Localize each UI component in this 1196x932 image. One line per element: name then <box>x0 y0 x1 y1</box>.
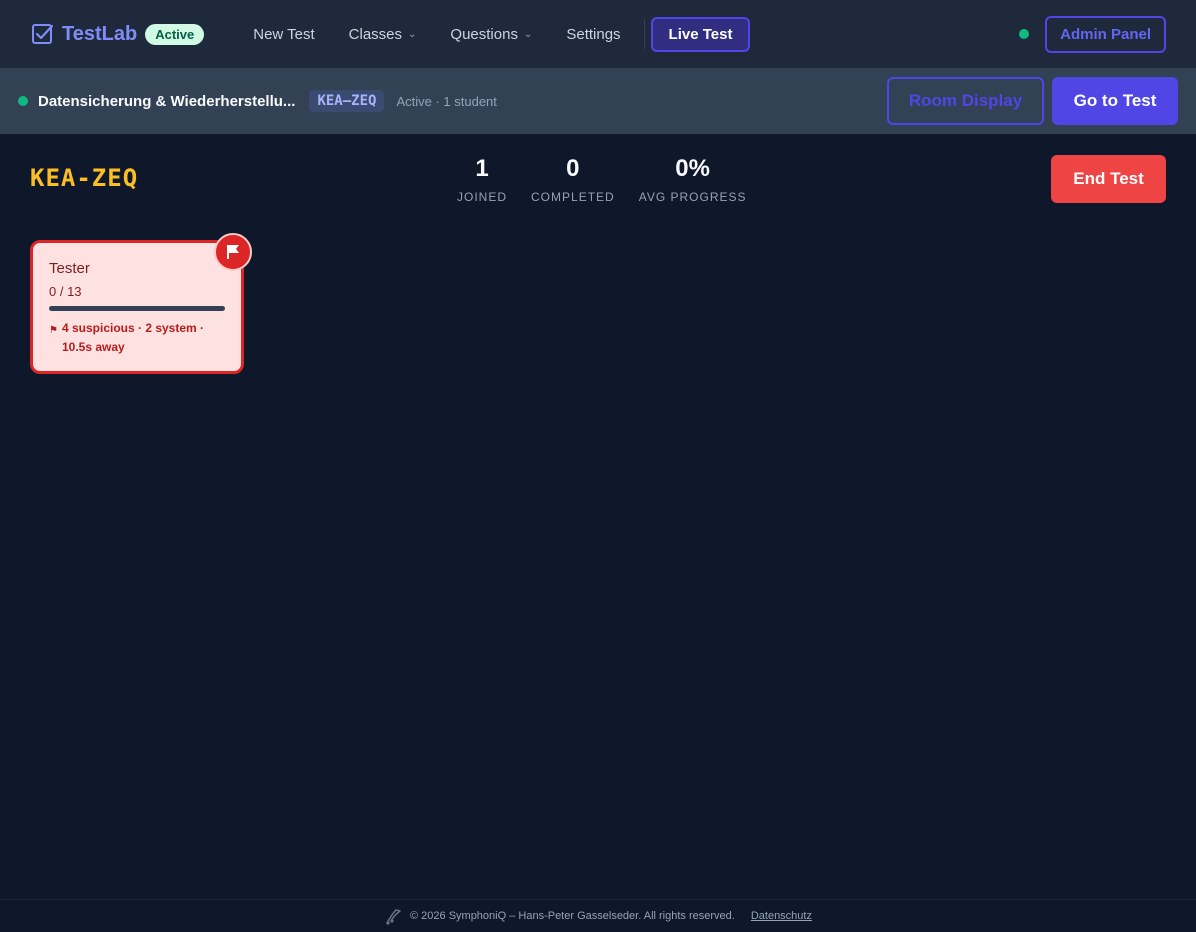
flag-icon <box>227 245 239 259</box>
session-status-dot <box>18 96 28 106</box>
stat-label: COMPLETED <box>531 190 615 204</box>
student-flags: ⚑ 4 suspicious · 2 system · 10.5s away <box>49 319 225 357</box>
student-progress-text: 0 / 13 <box>49 284 82 299</box>
brand[interactable]: TestLab <box>30 22 137 46</box>
session-actions: Room Display Go to Test <box>887 77 1178 125</box>
student-flag-text: 4 suspicious · 2 system · 10.5s away <box>61 321 205 354</box>
flagged-badge <box>214 233 252 271</box>
privacy-link[interactable]: Datenschutz <box>751 910 812 922</box>
student-progress-bar <box>49 306 225 311</box>
nav-classes[interactable]: Classes ⌄ <box>332 18 434 51</box>
chevron-down-icon: ⌄ <box>408 28 417 40</box>
status-badge: Active <box>145 23 205 45</box>
stat-value: 0 <box>566 155 580 182</box>
stat-label: AVG PROGRESS <box>638 190 747 204</box>
stat-joined: 1 JOINED <box>445 154 519 204</box>
stat-value: 1 <box>475 155 489 182</box>
session-status: Active · 1 student <box>396 93 497 109</box>
nav-settings[interactable]: Settings <box>549 18 637 51</box>
end-test-button[interactable]: End Test <box>1051 155 1166 203</box>
nav-new-test-label: New Test <box>253 25 315 43</box>
stat-completed: 0 COMPLETED <box>519 154 627 204</box>
student-name: Tester <box>49 260 90 277</box>
session-bar: Datensicherung & Wiederherstellu... KEA–… <box>0 68 1196 134</box>
nav-new-test[interactable]: New Test <box>236 18 331 51</box>
brand-name: TestLab <box>62 22 138 45</box>
chevron-down-icon: ⌄ <box>523 28 533 40</box>
room-display-button[interactable]: Room Display <box>887 77 1044 125</box>
nav-classes-label: Classes <box>348 25 403 43</box>
nav-questions[interactable]: Questions ⌄ <box>433 18 549 51</box>
footer: © 2026 SymphoniQ – Hans-Peter Gasselsede… <box>0 899 1196 932</box>
nav-links: New Test Classes ⌄ Questions ⌄ Settings … <box>236 16 751 52</box>
nav-divider <box>643 19 645 49</box>
nav-questions-label: Questions <box>450 25 518 43</box>
test-code: KEA-ZEQ <box>30 164 139 192</box>
footer-copyright: © 2026 SymphoniQ – Hans-Peter Gasselsede… <box>410 910 735 922</box>
connection-status-dot <box>1019 29 1030 39</box>
stats: 1 JOINED 0 COMPLETED 0% AVG PROGRESS <box>445 154 759 204</box>
admin-panel-button[interactable]: Admin Panel <box>1045 15 1166 53</box>
nav-live-test[interactable]: Live Test <box>650 16 751 52</box>
stat-label: JOINED <box>457 190 508 204</box>
session-title: Datensicherung & Wiederherstellu... <box>38 92 296 110</box>
stat-avg-progress: 0% AVG PROGRESS <box>627 154 759 204</box>
flag-icon: ⚑ <box>49 325 58 336</box>
go-to-test-button[interactable]: Go to Test <box>1052 77 1178 125</box>
nav-settings-label: Settings <box>566 25 621 43</box>
symphoniq-logo-icon <box>386 909 401 925</box>
student-card[interactable]: Tester 0 / 13 ⚑ 4 suspicious · 2 system … <box>30 240 244 374</box>
nav-right: Admin Panel <box>1019 15 1166 53</box>
stat-value: 0% <box>675 155 710 182</box>
top-nav: TestLab Active New Test Classes ⌄ Questi… <box>0 0 1196 68</box>
session-code: KEA–ZEQ <box>309 90 385 112</box>
checkbox-logo-icon <box>32 24 54 44</box>
